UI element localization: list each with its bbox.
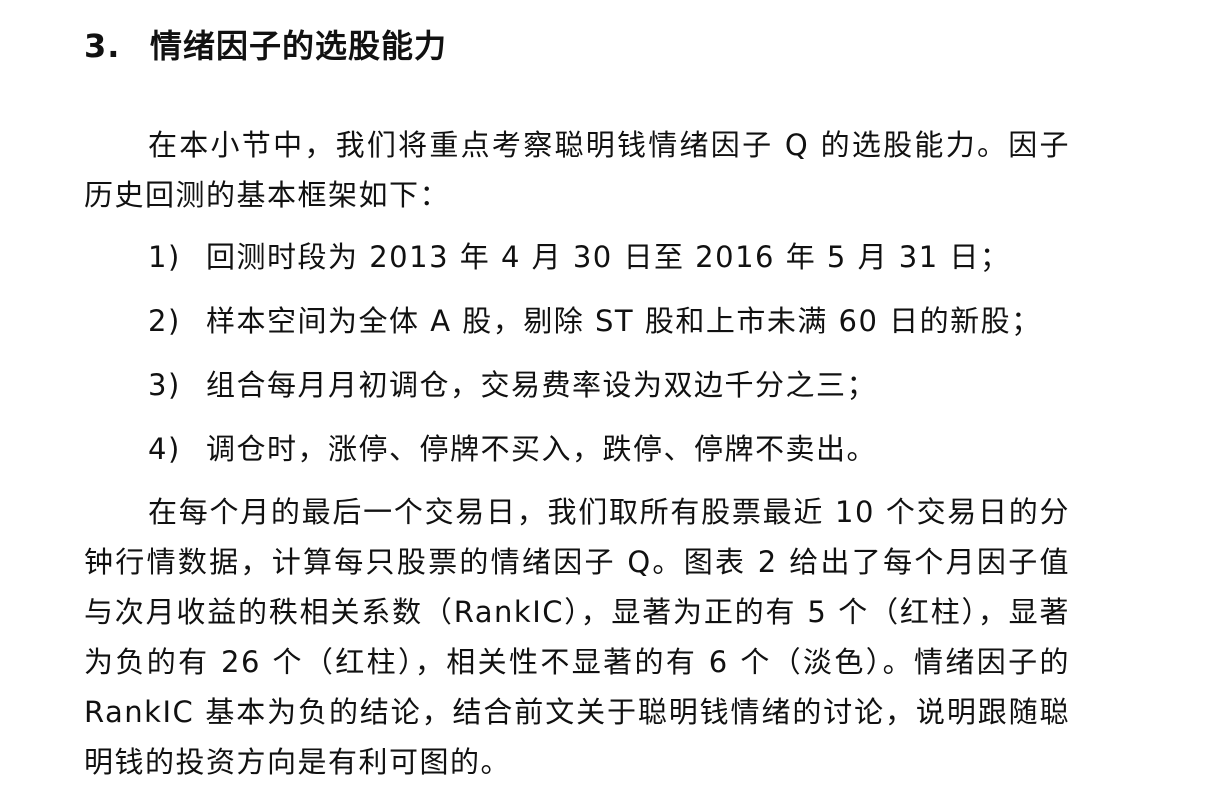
intro-paragraph: 在本小节中，我们将重点考察聪明钱情绪因子 Q 的选股能力。因子历史回测的基本框架… <box>84 128 1070 212</box>
list-item-text: 组合每月月初调仓，交易费率设为双边千分之三； <box>206 368 878 402</box>
list-item: 1) 回测时段为 2013 年 4 月 30 日至 2016 年 5 月 31 日… <box>148 232 1068 296</box>
list-marker: 2) <box>148 304 181 338</box>
body-paragraph: 在每个月的最后一个交易日，我们取所有股票最近 10 个交易日的分钟行情数据，计算… <box>84 495 1070 779</box>
list-item-text: 样本空间为全体 A 股，剔除 ST 股和上市未满 60 日的新股； <box>206 304 1042 338</box>
document-page: 3. 情绪因子的选股能力 在本小节中，我们将重点考察聪明钱情绪因子 Q 的选股能力… <box>0 0 1224 793</box>
section-number: 3. <box>84 27 121 65</box>
list-item: 3) 组合每月月初调仓，交易费率设为双边千分之三； <box>148 360 1068 424</box>
backtest-framework-list: 1) 回测时段为 2013 年 4 月 30 日至 2016 年 5 月 31 日… <box>148 232 1068 488</box>
section-title: 情绪因子的选股能力 <box>150 27 448 65</box>
list-item: 2) 样本空间为全体 A 股，剔除 ST 股和上市未满 60 日的新股； <box>148 296 1068 360</box>
list-marker: 1) <box>148 240 181 274</box>
list-item-text: 回测时段为 2013 年 4 月 30 日至 2016 年 5 月 31 日； <box>206 240 1011 274</box>
list-item: 4) 调仓时，涨停、停牌不买入，跌停、停牌不卖出。 <box>148 424 1068 488</box>
list-marker: 3) <box>148 368 181 402</box>
section-heading: 3. 情绪因子的选股能力 <box>84 22 447 70</box>
list-marker: 4) <box>148 432 181 466</box>
list-item-text: 调仓时，涨停、停牌不买入，跌停、停牌不卖出。 <box>206 432 878 466</box>
